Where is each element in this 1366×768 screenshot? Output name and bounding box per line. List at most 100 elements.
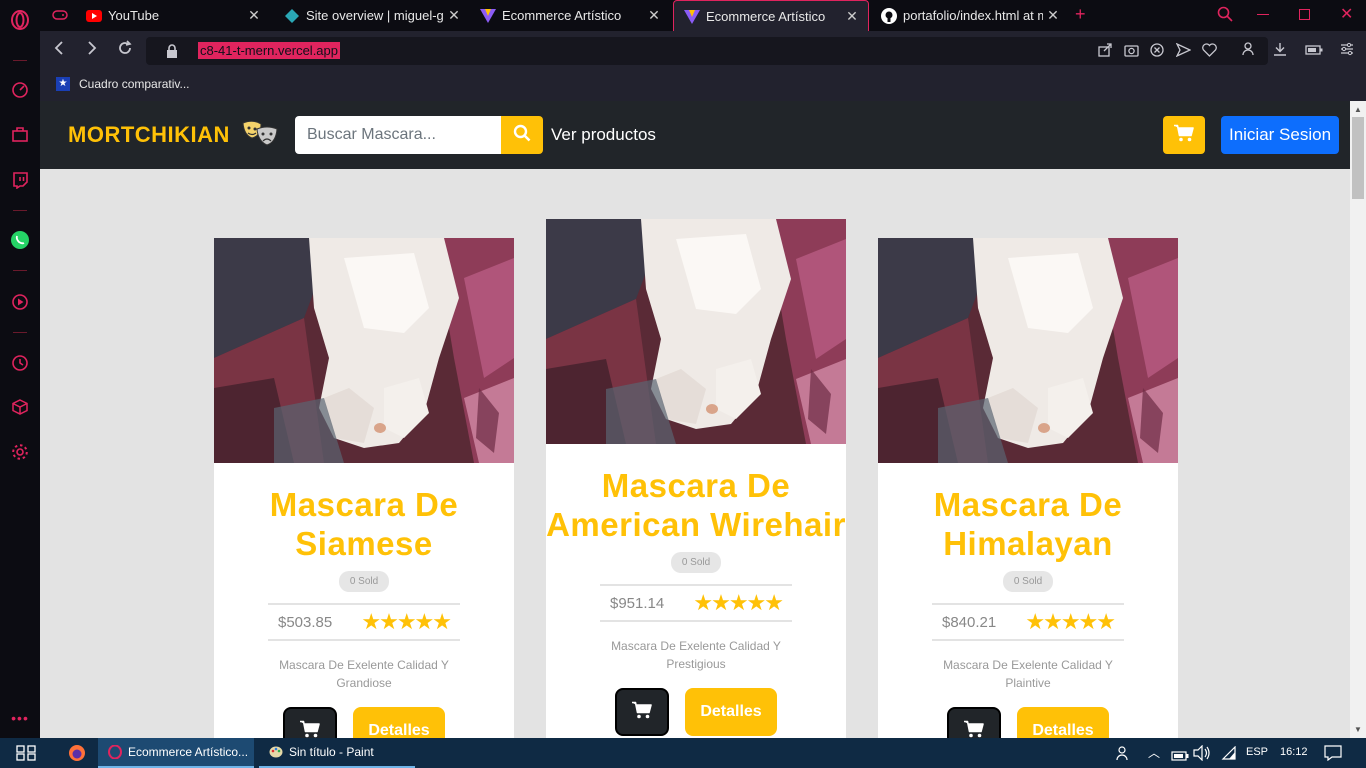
product-title[interactable]: Mascara De Himalayan: [878, 485, 1178, 563]
product-price: $503.85: [278, 613, 333, 631]
price-rating-row: $503.85 ★★★★★: [268, 603, 460, 641]
sold-badge: 0 Sold: [671, 552, 721, 573]
chile-flag-icon: ★: [56, 77, 70, 91]
tab-github[interactable]: portafolio/index.html at ma ✕: [871, 0, 1069, 31]
volume-icon[interactable]: [1193, 744, 1211, 766]
history-icon[interactable]: [8, 351, 32, 375]
chevron-up-icon[interactable]: ︿: [1148, 744, 1160, 761]
notifications-icon[interactable]: [1324, 745, 1342, 766]
product-image[interactable]: [878, 238, 1178, 463]
search-button[interactable]: [501, 116, 543, 154]
speed-dial-icon[interactable]: [8, 78, 32, 102]
player-icon[interactable]: [8, 290, 32, 314]
product-card: Mascara De Siamese 0 Sold $503.85 ★★★★★ …: [214, 238, 514, 738]
tab-title: Site overview | miguel-guer: [306, 8, 444, 23]
add-to-cart-button[interactable]: [947, 707, 1001, 738]
task-view-icon[interactable]: [16, 745, 36, 766]
minimize-icon[interactable]: [1257, 14, 1269, 15]
tab-ecommerce-1[interactable]: Ecommerce Artístico ✕: [470, 0, 670, 31]
adblock-icon[interactable]: [1150, 43, 1164, 62]
sold-badge: 0 Sold: [339, 571, 389, 592]
shopping-icon[interactable]: [8, 122, 32, 146]
search-tabs-icon[interactable]: [1217, 6, 1233, 27]
address-bar[interactable]: c8-41-t-mern.vercel.app: [146, 37, 1268, 65]
restore-icon[interactable]: [1299, 9, 1310, 20]
product-title[interactable]: Mascara De American Wirehair: [546, 466, 846, 544]
view-products-link[interactable]: Ver productos: [551, 125, 656, 145]
close-tab-icon[interactable]: ✕: [644, 7, 664, 24]
product-card: Mascara De American Wirehair 0 Sold $951…: [546, 219, 846, 738]
scrollbar-thumb[interactable]: [1352, 117, 1364, 199]
opera-icon: [108, 745, 122, 759]
product-description: Mascara De Exelente Calidad Y Prestigiou…: [611, 639, 781, 671]
page-scrollbar[interactable]: ▲ ▼: [1350, 101, 1366, 738]
bookmark-item[interactable]: ★ Cuadro comparativ...: [56, 77, 190, 91]
settings-gear-icon[interactable]: [8, 440, 32, 464]
brand-logo[interactable]: MORTCHIKIAN: [68, 120, 279, 152]
search-icon: [513, 124, 531, 147]
share-icon[interactable]: [1098, 43, 1112, 62]
theater-masks-icon: [241, 120, 279, 152]
bookmark-heart-icon[interactable]: [1202, 43, 1217, 62]
login-button[interactable]: Iniciar Sesion: [1221, 116, 1339, 154]
taskbar-app-title: Ecommerce Artístico...: [128, 745, 249, 759]
product-image[interactable]: [214, 238, 514, 463]
bookmark-label: Cuadro comparativ...: [79, 77, 190, 91]
extensions-icon[interactable]: [8, 395, 32, 419]
people-icon[interactable]: [1116, 745, 1132, 766]
language-indicator[interactable]: ESP: [1246, 746, 1268, 758]
opera-logo-icon[interactable]: [8, 8, 32, 32]
details-button[interactable]: Detalles: [1017, 707, 1109, 738]
tab-youtube[interactable]: YouTube ✕: [76, 0, 270, 31]
gamepad-icon[interactable]: [52, 8, 68, 27]
youtube-icon: [86, 8, 102, 24]
close-tab-icon[interactable]: ✕: [444, 7, 464, 24]
close-tab-icon[interactable]: ✕: [842, 8, 862, 25]
url-text[interactable]: c8-41-t-mern.vercel.app: [198, 42, 340, 59]
close-tab-icon[interactable]: ✕: [244, 7, 264, 24]
cart-icon: [300, 720, 320, 739]
forward-icon[interactable]: [85, 40, 99, 60]
camera-snapshot-icon[interactable]: [1124, 43, 1139, 62]
paint-icon: [269, 745, 283, 759]
windows-taskbar: Ecommerce Artístico... Sin título - Pain…: [0, 738, 1366, 768]
more-options-icon[interactable]: •••: [8, 706, 32, 730]
twitch-icon[interactable]: [8, 168, 32, 192]
tab-title: YouTube: [108, 8, 160, 23]
search-input[interactable]: [295, 116, 501, 154]
close-tab-icon[interactable]: ✕: [1043, 7, 1063, 24]
tab-site-overview[interactable]: Site overview | miguel-guer ✕: [274, 0, 470, 31]
close-window-icon[interactable]: ✕: [1340, 4, 1353, 24]
product-title[interactable]: Mascara De Siamese: [214, 485, 514, 563]
battery-icon[interactable]: [1171, 748, 1189, 766]
tab-title: Ecommerce Artístico: [502, 8, 622, 23]
details-button[interactable]: Detalles: [685, 688, 777, 736]
product-image[interactable]: [546, 219, 846, 444]
battery-saver-icon[interactable]: [1305, 43, 1323, 60]
scroll-up-arrow-icon[interactable]: ▲: [1354, 105, 1362, 114]
cart-button[interactable]: [1163, 116, 1205, 154]
tab-ecommerce-active[interactable]: Ecommerce Artístico ✕: [673, 0, 869, 31]
reload-icon[interactable]: [117, 40, 133, 60]
account-icon[interactable]: [1242, 42, 1254, 60]
taskbar-app-paint[interactable]: Sin título - Paint: [259, 738, 415, 768]
clock-time[interactable]: 16:12: [1280, 746, 1308, 758]
firefox-icon[interactable]: [68, 744, 86, 767]
whatsapp-icon[interactable]: [8, 228, 32, 252]
scroll-down-arrow-icon[interactable]: ▼: [1354, 725, 1362, 734]
send-icon[interactable]: [1175, 42, 1192, 62]
new-tab-plus-icon[interactable]: +: [1075, 4, 1086, 25]
details-button[interactable]: Detalles: [353, 707, 445, 738]
star-rating: ★★★★★: [361, 609, 452, 634]
back-icon[interactable]: [52, 40, 66, 60]
wifi-icon[interactable]: [1220, 745, 1236, 765]
downloads-icon[interactable]: [1273, 42, 1287, 60]
product-price: $840.21: [942, 613, 997, 631]
product-description: Mascara De Exelente Calidad Y Grandiose: [279, 658, 449, 690]
add-to-cart-button[interactable]: [283, 707, 337, 738]
easy-setup-icon[interactable]: [1340, 42, 1354, 60]
add-to-cart-button[interactable]: [615, 688, 669, 736]
vite-icon: [480, 8, 496, 24]
product-price: $951.14: [610, 594, 665, 612]
taskbar-app-opera[interactable]: Ecommerce Artístico...: [98, 738, 254, 768]
